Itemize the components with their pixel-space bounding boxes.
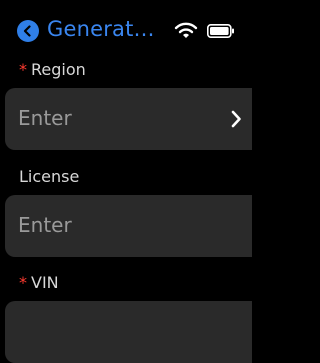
page-title: Generat… [47, 17, 155, 41]
chevron-left-icon [23, 25, 31, 37]
vin-label-text: VIN [31, 273, 59, 292]
region-placeholder: Enter [18, 106, 72, 130]
region-label-text: Region [31, 60, 86, 79]
license-placeholder: Enter [18, 213, 72, 237]
license-label: License [19, 167, 79, 186]
license-label-text: License [19, 167, 80, 186]
vin-field[interactable] [5, 301, 252, 363]
vin-label: * VIN [19, 273, 59, 292]
region-field[interactable]: Enter [5, 88, 252, 150]
wifi-icon [174, 22, 198, 38]
status-bar: Generat… [0, 0, 252, 50]
back-button[interactable] [17, 20, 39, 42]
required-mark: * [19, 273, 27, 292]
required-mark: * [19, 60, 27, 79]
license-field[interactable]: Enter [5, 195, 252, 257]
battery-icon [207, 24, 234, 38]
region-label: * Region [19, 60, 86, 79]
chevron-right-icon [231, 110, 241, 128]
